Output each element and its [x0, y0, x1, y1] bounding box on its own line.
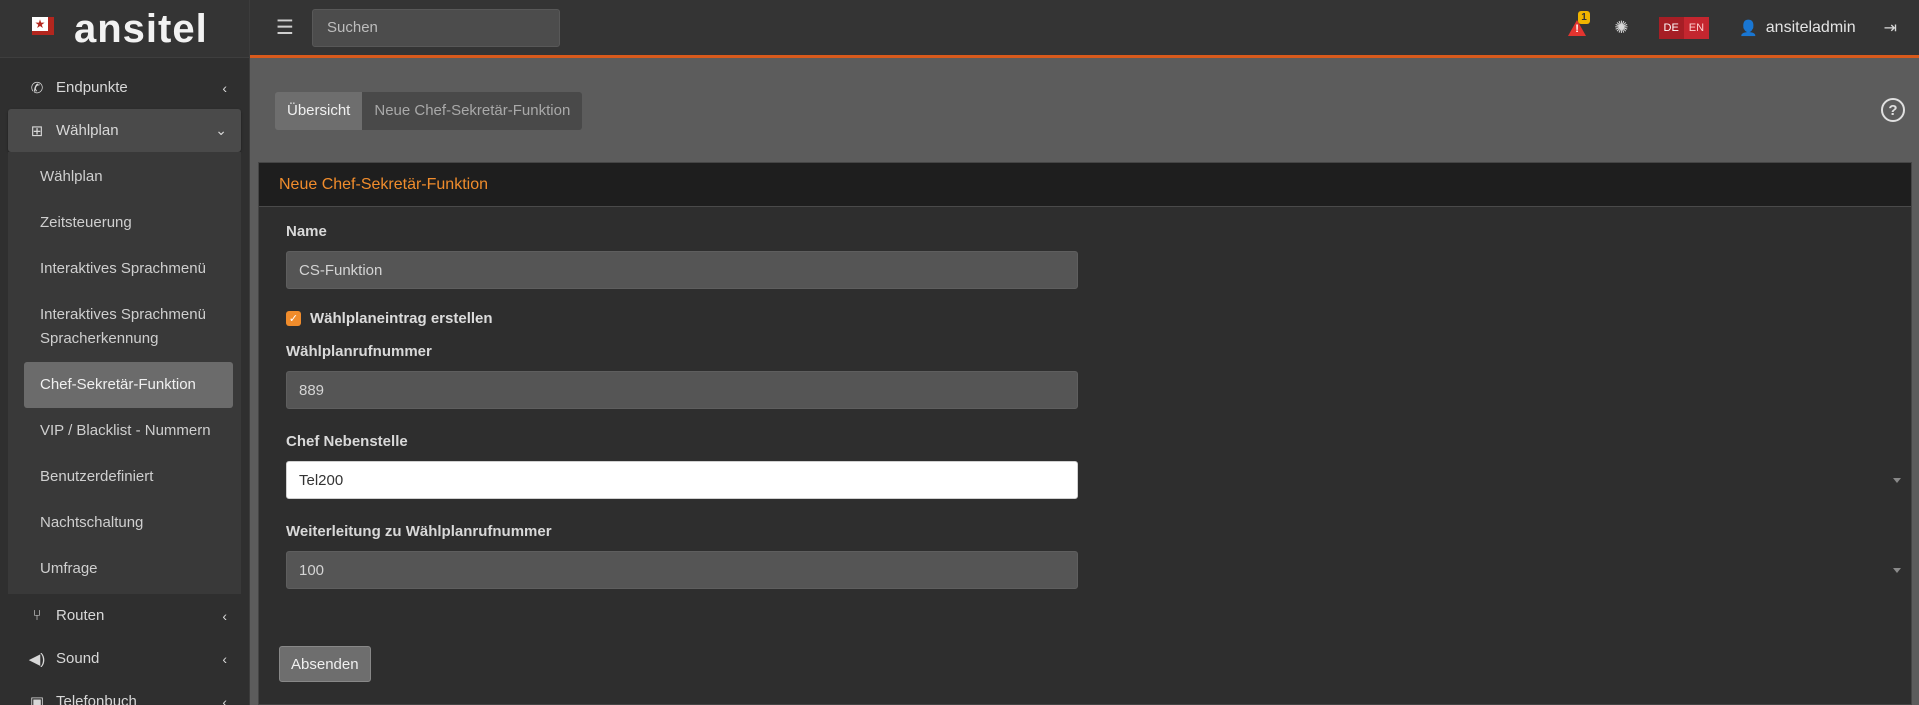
sidebar-nav: ✆ Endpunkte ‹ ⊞ Wählplan ⌄ [0, 58, 249, 152]
breadcrumb: Übersicht Neue Chef-Sekretär-Funktion [275, 92, 583, 130]
sidebar-item-label: Sound [56, 650, 100, 667]
lang-de-button[interactable]: DE [1658, 16, 1684, 39]
name-label: Name [286, 223, 327, 240]
help-icon[interactable]: ? [1881, 98, 1905, 122]
sidebar-item-label: Wählplan [56, 122, 119, 139]
sidebar-nav-bottom: ⑂ Routen ‹ ◀) Sound ‹ ▣ Telefonbuch ‹ [0, 594, 249, 705]
subnav-item-waehlplan[interactable]: Wählplan [24, 154, 233, 200]
card-title: Neue Chef-Sekretär-Funktion [259, 163, 1911, 207]
chevron-left-icon: ‹ [222, 607, 227, 624]
lang-en-button[interactable]: EN [1683, 16, 1710, 39]
breadcrumb-overview[interactable]: Übersicht [275, 92, 363, 130]
menu-toggle-icon[interactable]: ☰ [270, 15, 300, 40]
submit-button[interactable]: Absenden [279, 646, 371, 682]
route-icon: ⑂ [32, 607, 42, 624]
sidebar-item-waehlplan[interactable]: ⊞ Wählplan ⌄ [8, 109, 241, 152]
sidebar-item-label: Endpunkte [56, 79, 128, 96]
user-menu[interactable]: 👤 ansiteladmin [1739, 19, 1856, 37]
subnav-item-umfrage[interactable]: Umfrage [24, 546, 233, 592]
forward-label: Weiterleitung zu Wählplanrufnummer [286, 523, 552, 540]
breadcrumb-current: Neue Chef-Sekretär-Funktion [362, 92, 583, 130]
dialplan-entry-checkbox[interactable]: ✓ [286, 311, 301, 326]
name-field[interactable]: CS-Funktion [286, 251, 1078, 289]
chevron-left-icon: ‹ [222, 693, 227, 705]
gear-icon: ✺ [1614, 17, 1629, 37]
form-card: Neue Chef-Sekretär-Funktion Name CS-Funk… [258, 162, 1912, 705]
chevron-left-icon: ‹ [222, 650, 227, 667]
addressbook-icon: ▣ [29, 693, 45, 705]
sidebar-item-label: Telefonbuch [56, 693, 137, 705]
speaker-icon: ◀) [28, 650, 46, 668]
sidebar-item-routen[interactable]: ⑂ Routen ‹ [8, 594, 241, 637]
subnav-item-vip-blacklist[interactable]: VIP / Blacklist - Nummern [24, 408, 233, 454]
alerts-button[interactable]: ! 1 [1568, 10, 1590, 36]
sidebar-subnav: Wählplan Zeitsteuerung Interaktives Spra… [8, 152, 241, 594]
form-body: Name CS-Funktion ✓ Wählplaneintrag erste… [259, 207, 1911, 589]
sidebar-item-sound[interactable]: ◀) Sound ‹ [8, 637, 241, 680]
brand-logo[interactable]: ★ ansitel [0, 0, 249, 58]
subnav-item-spracherkennung[interactable]: Interaktives Sprachmenü Spracherkennung [24, 292, 233, 362]
number-field[interactable]: 889 [286, 371, 1078, 409]
subnav-item-zeitsteuerung[interactable]: Zeitsteuerung [24, 200, 233, 246]
topbar: ☰ ! 1 ✺ DE EN 👤 ansiteladmin ⇥ [250, 0, 1919, 58]
forward-select[interactable]: 100 [286, 551, 1078, 589]
caret-down-icon [1893, 478, 1901, 483]
language-switch: DE EN [1658, 16, 1710, 39]
dialplan-entry-label: Wählplaneintrag erstellen [310, 310, 493, 327]
chef-select[interactable]: Tel200 [286, 461, 1078, 499]
chevron-down-icon: ⌄ [215, 122, 227, 138]
subnav-item-benutzerdefiniert[interactable]: Benutzerdefiniert [24, 454, 233, 500]
dialplan-entry-row: ✓ Wählplaneintrag erstellen [286, 310, 1911, 327]
chevron-left-icon: ‹ [222, 79, 227, 96]
subnav-item-sprachmenue[interactable]: Interaktives Sprachmenü [24, 246, 233, 292]
search-input[interactable] [312, 8, 560, 47]
topbar-actions: ! 1 ✺ DE EN 👤 ansiteladmin ⇥ [1554, 0, 1919, 55]
subnav-item-nachtschaltung[interactable]: Nachtschaltung [24, 500, 233, 546]
caret-down-icon [1893, 568, 1901, 573]
main-content: Übersicht Neue Chef-Sekretär-Funktion ? … [250, 58, 1919, 705]
username: ansiteladmin [1765, 18, 1856, 36]
settings-button[interactable]: ✺ [1614, 18, 1628, 38]
alert-badge: 1 [1578, 10, 1590, 24]
chef-label: Chef Nebenstelle [286, 433, 408, 450]
phone-icon: ✆ [30, 79, 44, 97]
chef-select-wrap: Tel200 [286, 461, 1911, 499]
brand-name: ansitel [74, 6, 208, 51]
user-cog-icon: 👤 [1739, 19, 1758, 37]
sidebar-item-label: Routen [56, 607, 105, 624]
sidebar: ★ ansitel ✆ Endpunkte ‹ ⊞ Wählplan ⌄ Wäh… [0, 0, 250, 705]
sitemap-icon: ⊞ [30, 122, 44, 140]
forward-select-wrap: 100 [286, 551, 1911, 589]
sidebar-item-telefonbuch[interactable]: ▣ Telefonbuch ‹ [8, 680, 241, 705]
logout-icon: ⇥ [1883, 19, 1897, 37]
sidebar-item-endpunkte[interactable]: ✆ Endpunkte ‹ [8, 66, 241, 109]
logo-icon: ★ [30, 14, 70, 44]
logout-button[interactable]: ⇥ [1884, 18, 1897, 38]
subnav-item-chef-sekretaer[interactable]: Chef-Sekretär-Funktion [24, 362, 233, 408]
number-label: Wählplanrufnummer [286, 343, 432, 360]
